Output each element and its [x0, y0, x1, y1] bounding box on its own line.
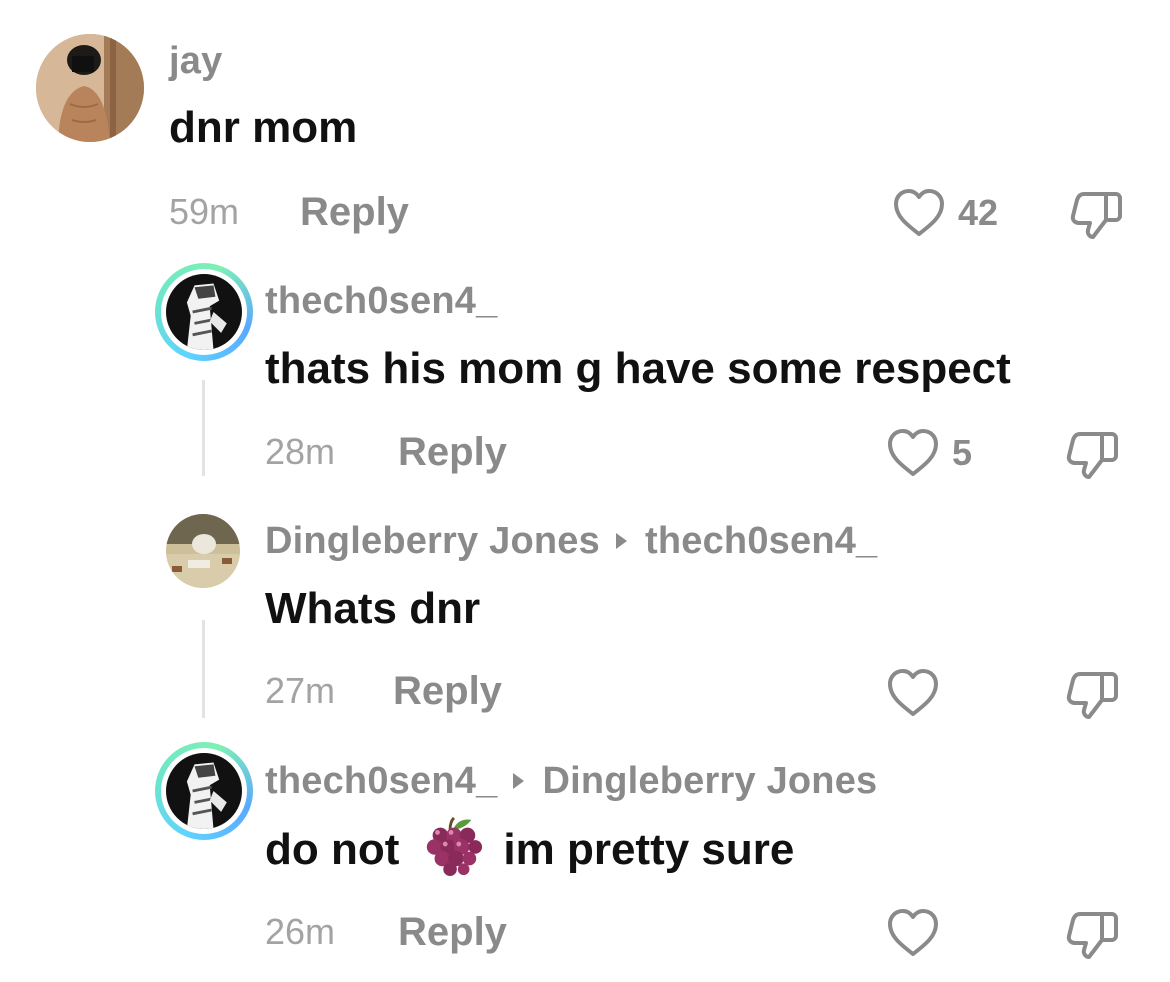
avatar-thech0sen4[interactable]	[155, 742, 253, 840]
reply-to-arrow-icon	[615, 532, 627, 549]
avatar-thech0sen4-image	[166, 274, 242, 350]
comment-text: dnr mom	[169, 103, 358, 152]
heart-icon	[888, 909, 938, 956]
reply-to-username[interactable]: Dingleberry Jones	[542, 760, 877, 802]
dislike-button[interactable]	[1066, 430, 1120, 480]
avatar-dingleberry-jones[interactable]	[166, 514, 240, 588]
comment-username[interactable]: jay	[169, 42, 222, 80]
reply-to-username[interactable]: thech0sen4_	[645, 520, 877, 562]
comment-username: thech0sen4_ Dingleberry Jones	[265, 762, 877, 800]
like-button[interactable]: 5	[886, 428, 972, 478]
reply-button[interactable]: Reply	[398, 432, 507, 472]
comment-text-part: im pretty sure	[503, 825, 795, 874]
reply-button[interactable]: Reply	[393, 671, 502, 711]
comment-author[interactable]: thech0sen4_	[265, 760, 497, 802]
thumbs-down-icon	[1066, 672, 1118, 719]
like-count: 5	[952, 432, 973, 473]
comment-timestamp: 59m	[169, 191, 240, 232]
grapes-emoji-icon	[421, 814, 483, 877]
dislike-button[interactable]	[1070, 190, 1124, 240]
like-button[interactable]	[886, 908, 940, 958]
comment-text: do not im pretty sure	[265, 817, 795, 877]
thread-line	[202, 380, 205, 476]
heart-icon	[894, 189, 944, 236]
dislike-button[interactable]	[1066, 670, 1120, 720]
reply-to-arrow-icon	[513, 772, 525, 789]
comment-timestamp: 27m	[265, 670, 336, 711]
avatar-dingleberry-jones-image	[166, 514, 240, 588]
like-button[interactable]: 42	[892, 188, 998, 238]
comment-thread: jay dnr mom 59m Reply 42 thech0sen4_ tha…	[0, 0, 1170, 982]
avatar-jay-image	[36, 34, 144, 142]
thumbs-down-icon	[1070, 192, 1122, 239]
avatar-thech0sen4[interactable]	[155, 263, 253, 361]
comment-timestamp: 28m	[265, 431, 336, 472]
thumbs-down-icon	[1066, 432, 1118, 479]
comment-timestamp: 26m	[265, 911, 336, 952]
reply-button[interactable]: Reply	[300, 192, 409, 232]
comment-author[interactable]: Dingleberry Jones	[265, 520, 600, 562]
comment-text: Whats dnr	[265, 584, 481, 633]
avatar-jay[interactable]	[36, 34, 144, 142]
comment-text: thats his mom g have some respect	[265, 344, 1011, 393]
like-button[interactable]	[886, 668, 940, 718]
avatar-thech0sen4-image	[166, 753, 242, 829]
reply-button[interactable]: Reply	[398, 912, 507, 952]
thumbs-down-icon	[1066, 912, 1118, 959]
comment-username[interactable]: thech0sen4_	[265, 282, 497, 320]
heart-icon	[888, 669, 938, 716]
heart-icon	[888, 429, 938, 476]
comment-username: Dingleberry Jones thech0sen4_	[265, 522, 877, 560]
dislike-button[interactable]	[1066, 910, 1120, 960]
like-count: 42	[958, 192, 999, 233]
comment-text-part: do not	[265, 825, 400, 874]
thread-line	[202, 620, 205, 718]
